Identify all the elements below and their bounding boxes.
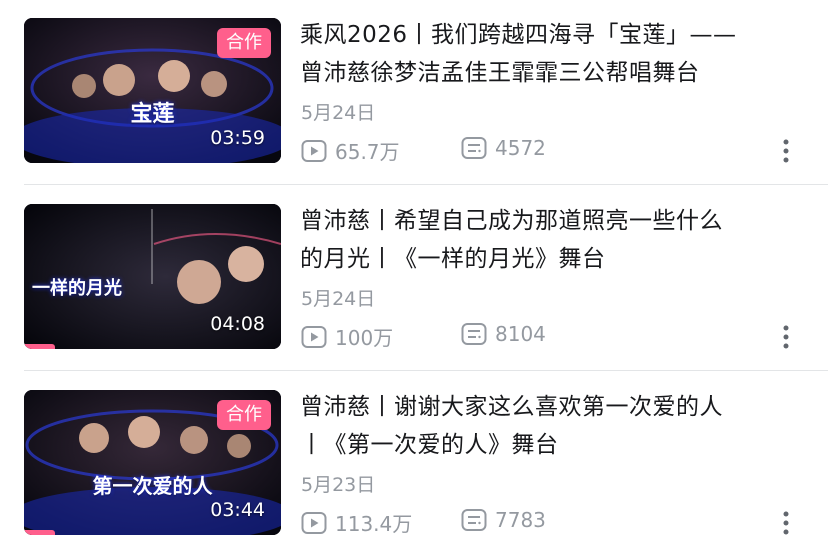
video-item[interactable]: 宝莲 合作 03:59 乘风2026丨我们跨越四海寻「宝莲」—— 曾沛慈徐梦洁孟… (0, 0, 828, 186)
video-stats: 100万 8104 (301, 322, 811, 352)
more-options-icon[interactable] (782, 510, 790, 536)
thumbnail-title: 第一次爱的人 (92, 474, 213, 498)
video-stats: 113.4万 7783 (301, 508, 811, 538)
publish-date: 5月24日 (301, 288, 376, 310)
video-list: 宝莲 合作 03:59 乘风2026丨我们跨越四海寻「宝莲」—— 曾沛慈徐梦洁孟… (0, 0, 828, 557)
publish-date: 5月23日 (301, 474, 376, 496)
danmaku-count: 7783 (461, 508, 546, 532)
view-count: 100万 (301, 322, 393, 351)
duration-label: 03:44 (210, 499, 265, 521)
video-title-line: 丨《第一次爱的人》舞台 (300, 432, 559, 458)
video-title-line: 的月光丨《一样的月光》舞台 (300, 246, 606, 272)
danmaku-count-icon (461, 137, 487, 159)
item-divider (24, 370, 828, 371)
video-item[interactable]: 一样的月光 04:08 曾沛慈丨希望自己成为那道照亮一些什么 的月光丨《一样的月… (0, 186, 828, 372)
duration-label: 03:59 (210, 127, 265, 149)
more-options-icon[interactable] (782, 324, 790, 350)
view-count-value: 100万 (335, 326, 394, 350)
play-count-icon (301, 139, 327, 162)
video-title-line: 曾沛慈丨谢谢大家这么喜欢第一次爱的人 (300, 394, 723, 420)
video-title[interactable]: 曾沛慈丨希望自己成为那道照亮一些什么 的月光丨《一样的月光》舞台 (300, 202, 805, 278)
video-title-line: 曾沛慈徐梦洁孟佳王霏霏三公帮唱舞台 (300, 60, 700, 86)
video-title[interactable]: 乘风2026丨我们跨越四海寻「宝莲」—— 曾沛慈徐梦洁孟佳王霏霏三公帮唱舞台 (300, 16, 805, 92)
view-count: 65.7万 (301, 136, 400, 165)
video-title-line: 乘风2026丨我们跨越四海寻「宝莲」—— (300, 22, 737, 48)
thumbnail-title: 一样的月光 (32, 278, 122, 299)
publish-date: 5月24日 (301, 102, 376, 124)
item-divider (24, 184, 828, 185)
view-count-value: 65.7万 (335, 140, 400, 164)
watch-progress-bar (24, 344, 55, 349)
video-title[interactable]: 曾沛慈丨谢谢大家这么喜欢第一次爱的人 丨《第一次爱的人》舞台 (300, 388, 805, 464)
danmaku-count: 4572 (461, 136, 546, 160)
duration-label: 04:08 (210, 313, 265, 335)
danmaku-count-icon (461, 509, 487, 531)
video-title-line: 曾沛慈丨希望自己成为那道照亮一些什么 (300, 208, 723, 234)
video-thumbnail[interactable]: 宝莲 合作 03:59 (24, 18, 281, 163)
danmaku-count-value: 7783 (495, 508, 546, 532)
danmaku-count-value: 4572 (495, 136, 546, 160)
collab-badge: 合作 (217, 400, 271, 430)
video-stats: 65.7万 4572 (301, 136, 811, 166)
video-thumbnail[interactable]: 第一次爱的人 合作 03:44 (24, 390, 281, 535)
watch-progress-bar (24, 530, 55, 535)
thumbnail-title: 宝莲 (130, 102, 175, 127)
view-count: 113.4万 (301, 508, 412, 537)
danmaku-count-icon (461, 323, 487, 345)
danmaku-count-value: 8104 (495, 322, 546, 346)
video-item[interactable]: 第一次爱的人 合作 03:44 曾沛慈丨谢谢大家这么喜欢第一次爱的人 丨《第一次… (0, 372, 828, 558)
collab-badge: 合作 (217, 28, 271, 58)
play-count-icon (301, 325, 327, 348)
danmaku-count: 8104 (461, 322, 546, 346)
play-count-icon (301, 511, 327, 534)
more-options-icon[interactable] (782, 138, 790, 164)
view-count-value: 113.4万 (335, 512, 413, 536)
video-thumbnail[interactable]: 一样的月光 04:08 (24, 204, 281, 349)
